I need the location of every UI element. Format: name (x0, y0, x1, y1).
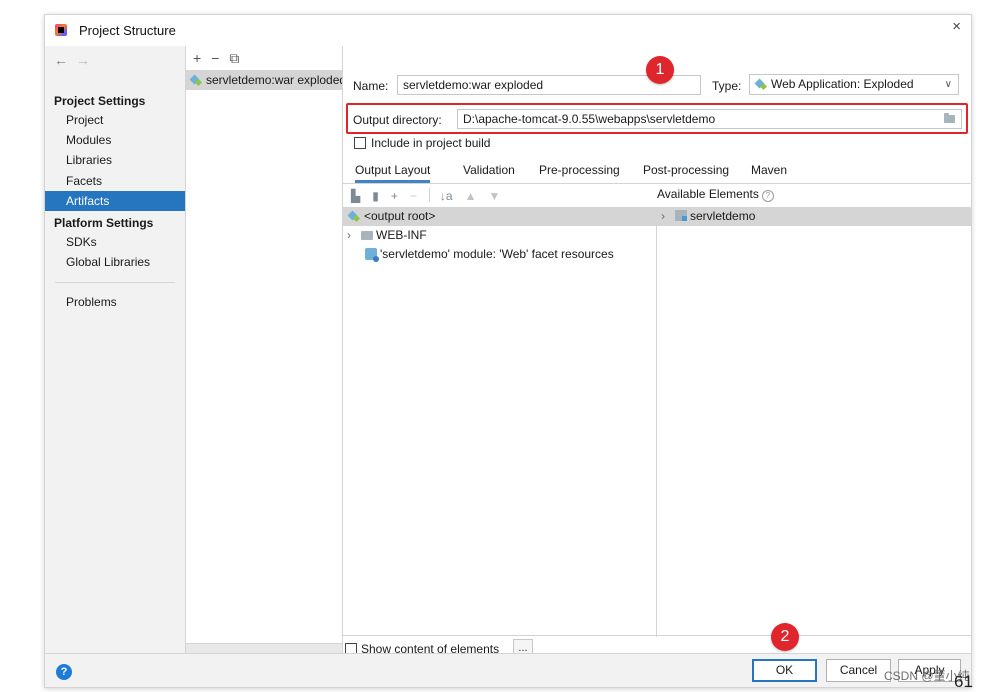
project-settings-header: Project Settings (54, 94, 146, 108)
artifact-type-value: Web Application: Exploded (771, 77, 914, 91)
module-icon (675, 210, 687, 221)
output-directory-value: D:\apache-tomcat-9.0.55\webapps\servletd… (463, 112, 716, 126)
folder-icon (361, 231, 373, 240)
tab-maven[interactable]: Maven (751, 161, 787, 183)
move-down-icon[interactable]: ▼ (488, 189, 500, 203)
web-inf-label: WEB-INF (376, 228, 427, 242)
artifacts-list-scrollbar[interactable] (186, 643, 342, 653)
history-nav: ← → (54, 52, 98, 68)
nav-item-global-libraries[interactable]: Global Libraries (45, 252, 185, 272)
web-facet-resources-label: 'servletdemo' module: 'Web' facet resour… (380, 247, 614, 261)
title-bar: Project Structure × (45, 15, 971, 46)
bottom-divider (343, 635, 971, 636)
dialog-footer: ? OK Cancel Apply (45, 653, 971, 687)
include-in-build-checkbox[interactable] (354, 137, 366, 149)
artifact-list-item[interactable]: servletdemo:war exploded (186, 70, 342, 90)
tab-output-layout[interactable]: Output Layout (355, 161, 431, 183)
nav-item-modules[interactable]: Modules (45, 130, 185, 150)
available-module-label: servletdemo (690, 209, 756, 223)
folder-plus-icon[interactable]: ▙ (351, 189, 360, 203)
name-label: Name: (353, 79, 389, 93)
toolbar-separator (428, 188, 430, 202)
ok-button[interactable]: OK (752, 659, 817, 682)
back-arrow-icon[interactable]: ← (54, 52, 68, 68)
tree-node-output-root[interactable]: <output root> (343, 207, 656, 226)
output-layout-toolbar: ▙ ▮ + − ↓a ▲ ▼ (351, 188, 512, 203)
nav-item-problems[interactable]: Problems (45, 292, 185, 312)
nav-divider (55, 282, 175, 283)
artifacts-toolbar: + − ⧉ (193, 50, 249, 67)
archive-icon[interactable]: ▮ (372, 189, 379, 203)
available-elements-heading: Available Elements? (657, 187, 774, 202)
web-artifact-icon (190, 74, 203, 86)
close-icon[interactable]: × (952, 18, 961, 35)
platform-settings-header: Platform Settings (54, 216, 154, 230)
folder-browse-icon[interactable] (944, 113, 955, 123)
tab-pre-processing[interactable]: Pre-processing (539, 161, 620, 183)
move-up-icon[interactable]: ▲ (465, 189, 477, 203)
nav-item-facets[interactable]: Facets (45, 171, 185, 191)
artifact-list-label: servletdemo:war exploded (206, 73, 342, 87)
background-partial-text: 61 (954, 672, 973, 691)
annotation-badge-2: 2 (771, 623, 799, 651)
chevron-right-icon[interactable]: › (661, 207, 675, 226)
web-resources-icon (365, 248, 379, 262)
forward-arrow-icon[interactable]: → (76, 52, 90, 68)
output-root-icon (348, 210, 361, 222)
help-icon[interactable]: ? (761, 190, 774, 202)
project-structure-dialog: Project Structure × ← → Project Settings … (44, 14, 972, 688)
available-elements-label: Available Elements (657, 187, 759, 201)
copy-artifact-icon[interactable]: ⧉ (229, 50, 239, 66)
nav-item-libraries[interactable]: Libraries (45, 150, 185, 170)
tree-node-available-servletdemo[interactable]: › servletdemo (657, 207, 971, 226)
settings-nav-pane: ← → Project Settings Project Modules Libr… (45, 46, 185, 653)
remove-element-icon[interactable]: − (410, 189, 417, 203)
help-icon[interactable]: ? (56, 664, 72, 680)
tree-splitter[interactable] (656, 207, 657, 637)
annotation-badge-1: 1 (646, 56, 674, 84)
tree-node-web-inf[interactable]: › WEB-INF (343, 226, 656, 245)
output-root-label: <output root> (364, 209, 436, 223)
nav-item-artifacts[interactable]: Artifacts (45, 191, 185, 211)
artifact-editor-pane: Name: servletdemo:war exploded Type: Web… (343, 46, 971, 659)
dialog-title: Project Structure (79, 23, 176, 38)
intellij-app-icon (55, 24, 67, 36)
tree-node-web-facet-resources[interactable]: 'servletdemo' module: 'Web' facet resour… (343, 245, 656, 264)
nav-item-project[interactable]: Project (45, 110, 185, 130)
tab-validation[interactable]: Validation (463, 161, 515, 183)
output-directory-input[interactable]: D:\apache-tomcat-9.0.55\webapps\servletd… (457, 109, 962, 129)
sort-icon[interactable]: ↓a (440, 189, 453, 203)
remove-artifact-icon[interactable]: − (211, 50, 219, 66)
web-artifact-icon (755, 78, 768, 90)
add-artifact-icon[interactable]: + (193, 50, 201, 66)
tab-strip-divider (343, 183, 971, 184)
include-in-build-label: Include in project build (371, 136, 491, 150)
type-label: Type: (712, 79, 742, 93)
tab-post-processing[interactable]: Post-processing (643, 161, 729, 183)
artifacts-list-pane: + − ⧉ servletdemo:war exploded (185, 46, 343, 653)
artifact-type-select[interactable]: Web Application: Exploded ∨ (749, 74, 959, 95)
chevron-down-icon: ∨ (944, 79, 952, 90)
chevron-right-icon[interactable]: › (347, 226, 361, 245)
cancel-button[interactable]: Cancel (826, 659, 891, 682)
add-element-icon[interactable]: + (391, 189, 398, 203)
output-directory-label: Output directory: (353, 113, 442, 127)
nav-item-sdks[interactable]: SDKs (45, 232, 185, 252)
